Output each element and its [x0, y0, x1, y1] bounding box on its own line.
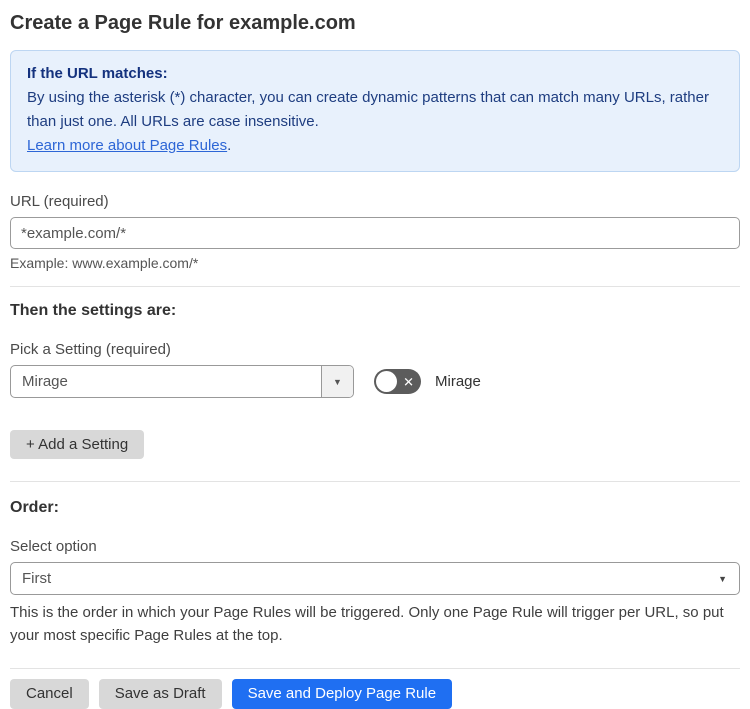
order-help-text: This is the order in which your Page Rul… [10, 604, 724, 645]
url-input[interactable] [10, 217, 740, 249]
divider [10, 667, 740, 669]
divider [10, 481, 740, 482]
toggle-label: Mirage [435, 373, 481, 390]
pick-setting-label: Pick a Setting (required) [10, 341, 171, 358]
save-deploy-button[interactable]: Save and Deploy Page Rule [231, 678, 453, 709]
footer-actions: Cancel Save as Draft Save and Deploy Pag… [10, 678, 740, 709]
learn-more-link[interactable]: Learn more about Page Rules [27, 137, 227, 154]
order-select[interactable]: First ▼ [10, 562, 740, 595]
page-title: Create a Page Rule for example.com [10, 12, 356, 34]
x-icon: ✕ [403, 374, 414, 389]
add-setting-button[interactable]: + Add a Setting [10, 430, 145, 459]
info-box-link-line: Learn more about Page Rules. [27, 134, 723, 158]
order-section-heading: Order: [10, 499, 59, 516]
order-select-value: First [22, 570, 52, 587]
settings-section-heading: Then the settings are: [10, 302, 177, 319]
save-draft-button[interactable]: Save as Draft [98, 678, 222, 709]
mirage-toggle[interactable]: ✕ [374, 369, 421, 394]
link-period: . [227, 137, 232, 154]
toggle-knob [376, 371, 397, 392]
info-box-heading: If the URL matches: [27, 65, 168, 82]
setting-row: Mirage ▼ ✕ Mirage [10, 365, 740, 398]
cancel-button[interactable]: Cancel [10, 678, 89, 709]
setting-select-dropdown-button[interactable]: ▼ [321, 366, 353, 397]
url-match-info-box: If the URL matches: By using the asteris… [10, 50, 740, 172]
setting-select-value: Mirage [22, 373, 68, 390]
divider [10, 286, 740, 287]
chevron-down-icon: ▼ [333, 376, 342, 387]
url-field-label: URL (required) [10, 193, 109, 210]
order-select-label: Select option [10, 538, 97, 555]
url-example-hint: Example: www.example.com/* [10, 255, 199, 271]
info-box-body: By using the asterisk (*) character, you… [27, 89, 709, 130]
setting-select[interactable]: Mirage ▼ [10, 365, 354, 398]
chevron-down-icon: ▼ [718, 573, 727, 584]
